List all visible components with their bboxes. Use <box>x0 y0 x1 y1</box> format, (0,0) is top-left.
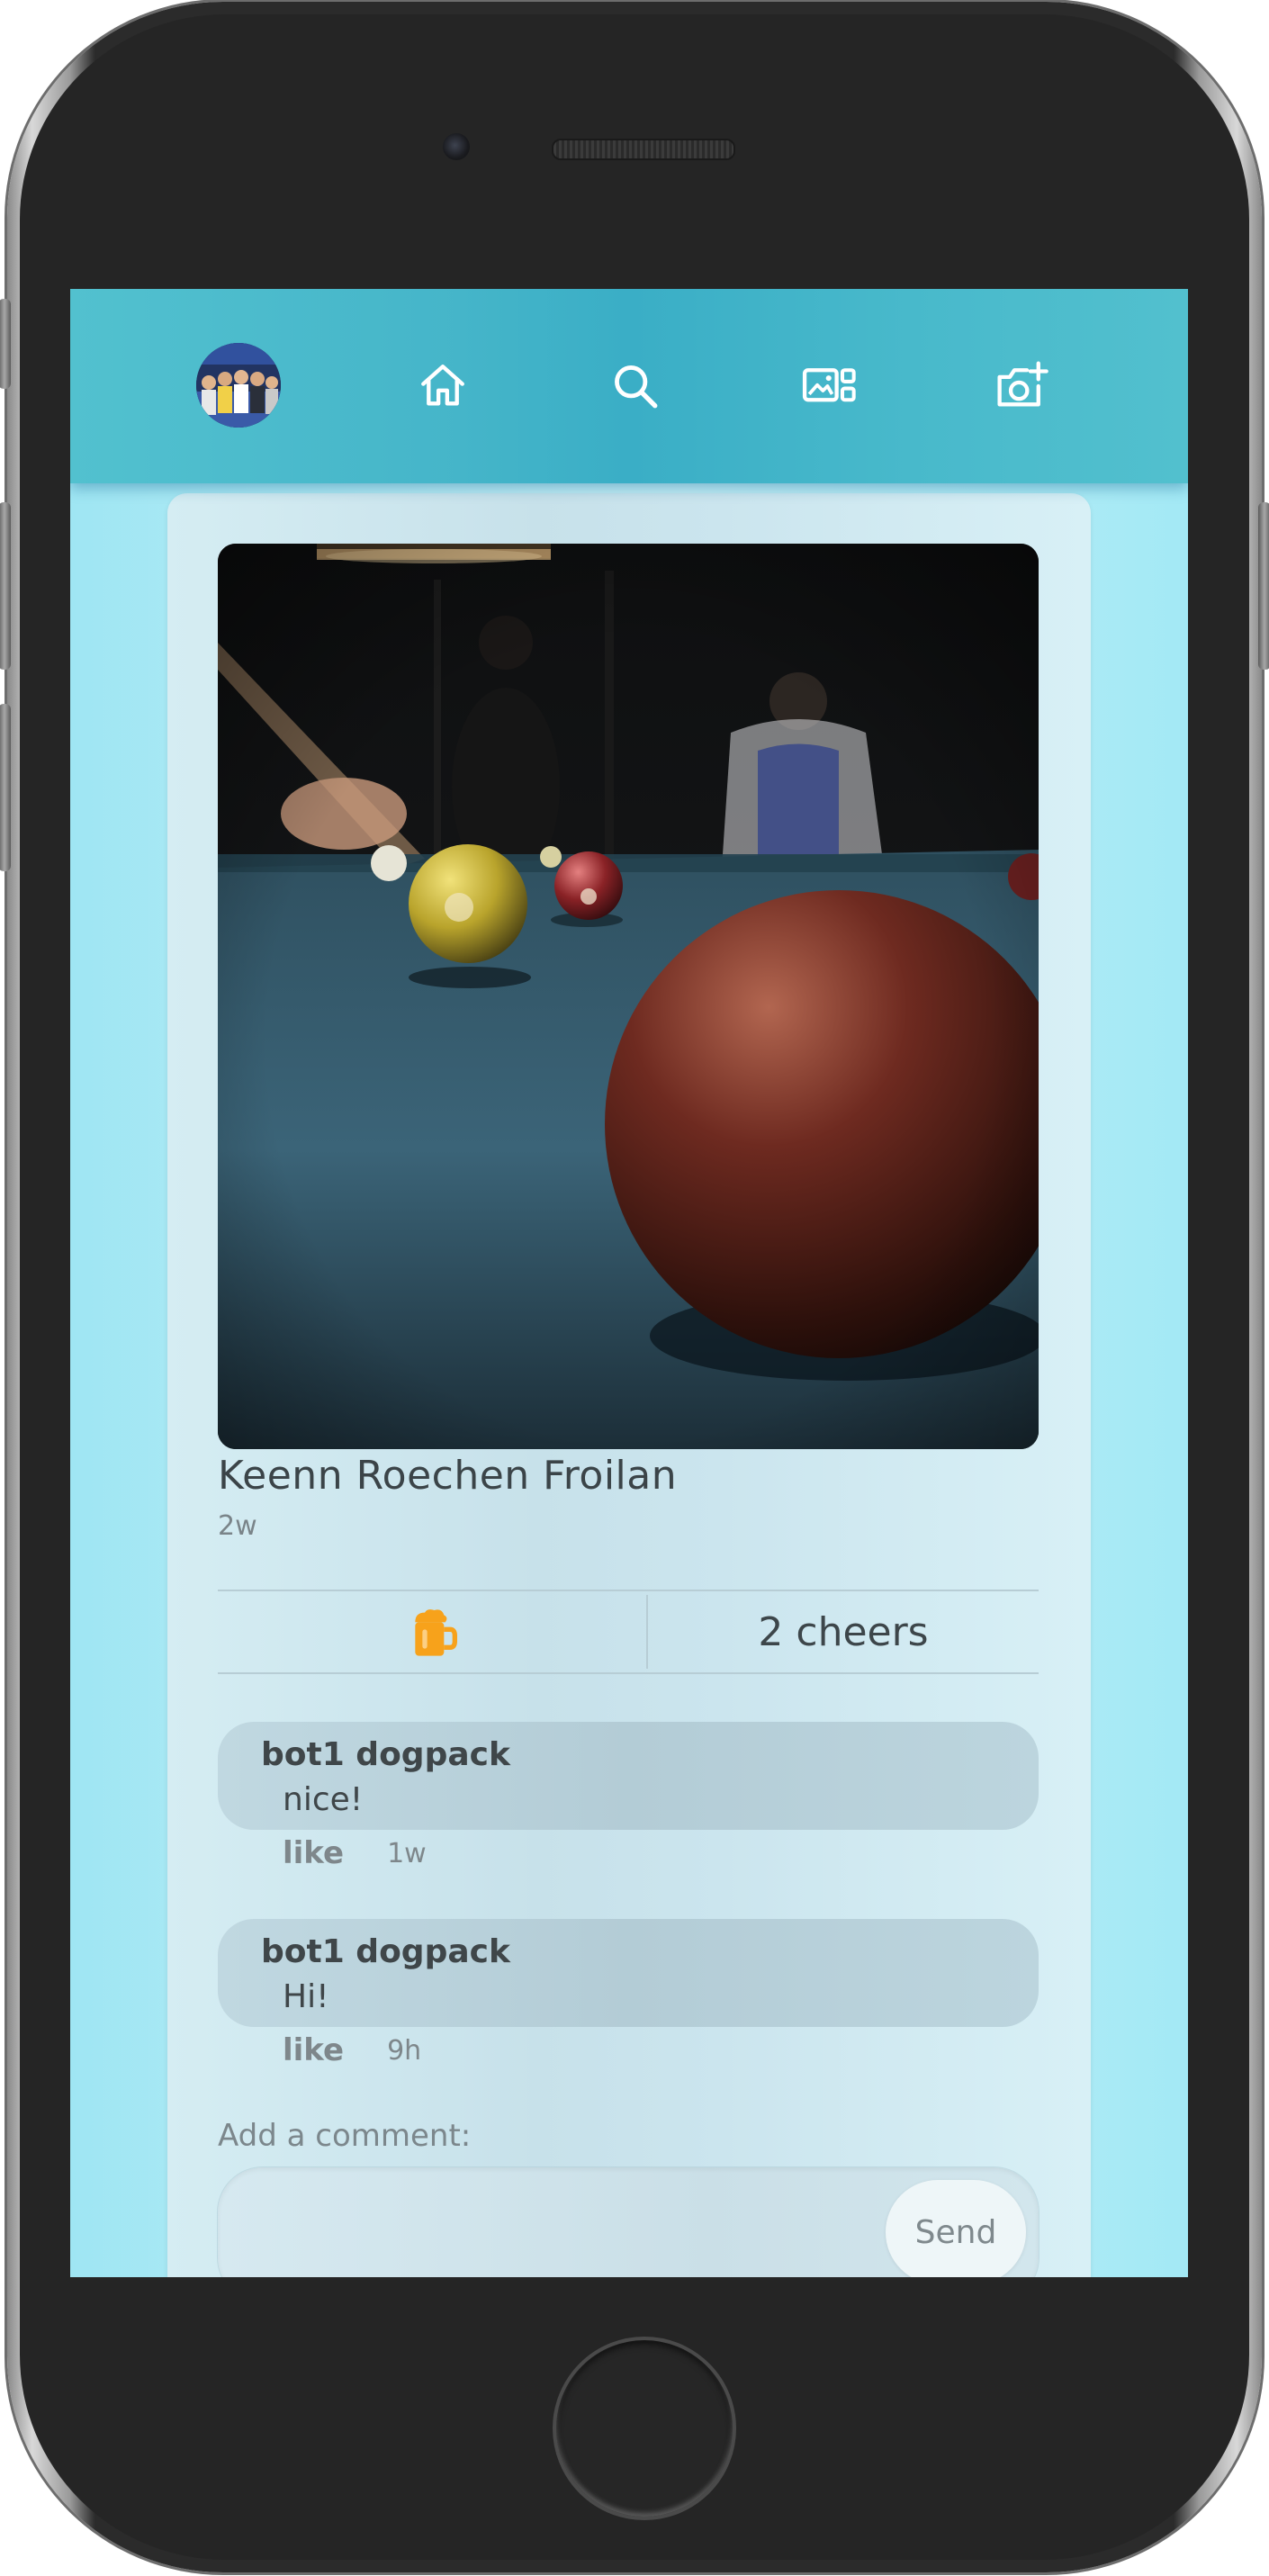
comment-meta: like 1w <box>283 1831 427 1876</box>
power-button <box>1258 502 1269 670</box>
volume-up-button <box>0 502 11 670</box>
add-photo-icon <box>997 361 1048 407</box>
earpiece-speaker <box>552 139 735 160</box>
profile-avatar[interactable] <box>196 343 281 428</box>
home-nav-button[interactable] <box>398 341 488 431</box>
top-navigation-bar <box>70 289 1188 483</box>
comment-author[interactable]: bot1 dogpack <box>261 1736 510 1773</box>
cheers-count[interactable]: 2 cheers <box>648 1591 1039 1672</box>
post-actions-bar: 2 cheers <box>218 1590 1039 1674</box>
add-photo-nav-button[interactable] <box>977 341 1067 431</box>
comment-timestamp: 1w <box>387 1837 427 1869</box>
mute-switch <box>0 299 11 389</box>
comment-like-button[interactable]: like <box>283 1835 344 1871</box>
billiards-photo <box>218 544 1039 1449</box>
comment-input[interactable] <box>254 2185 887 2259</box>
comment-text: Hi! <box>283 1978 329 2015</box>
search-icon <box>615 365 658 409</box>
comment-bubble: bot1 dogpack Hi! <box>218 1919 1039 2027</box>
post-card: Keenn Roechen Froilan 2w 2 cheers bot1 d… <box>167 493 1091 2277</box>
post-timestamp: 2w <box>218 1510 257 1542</box>
add-comment-label: Add a comment: <box>218 2118 472 2154</box>
comment-bubble: bot1 dogpack nice! <box>218 1722 1039 1830</box>
comment-like-button[interactable]: like <box>283 2032 344 2068</box>
home-button[interactable] <box>553 2337 736 2520</box>
volume-down-button <box>0 704 11 871</box>
post-author[interactable]: Keenn Roechen Froilan <box>218 1453 677 1499</box>
comment-meta: like 9h <box>283 2028 421 2073</box>
gallery-icon <box>802 368 856 402</box>
gallery-nav-button[interactable] <box>785 341 875 431</box>
comment-text: nice! <box>283 1781 364 1818</box>
avatar-group-photo <box>196 343 281 428</box>
send-button[interactable]: Send <box>886 2180 1026 2277</box>
front-camera <box>443 133 470 160</box>
beer-mug-icon <box>415 1609 457 1656</box>
cheer-button[interactable] <box>218 1591 646 1672</box>
app-screen: Keenn Roechen Froilan 2w 2 cheers bot1 d… <box>70 289 1188 2277</box>
comment-author[interactable]: bot1 dogpack <box>261 1933 510 1970</box>
comment-composer: Send <box>218 2167 1039 2277</box>
search-nav-button[interactable] <box>590 341 680 431</box>
comment-timestamp: 9h <box>387 2034 422 2067</box>
post-photo[interactable] <box>218 544 1039 1449</box>
home-icon <box>421 365 464 406</box>
